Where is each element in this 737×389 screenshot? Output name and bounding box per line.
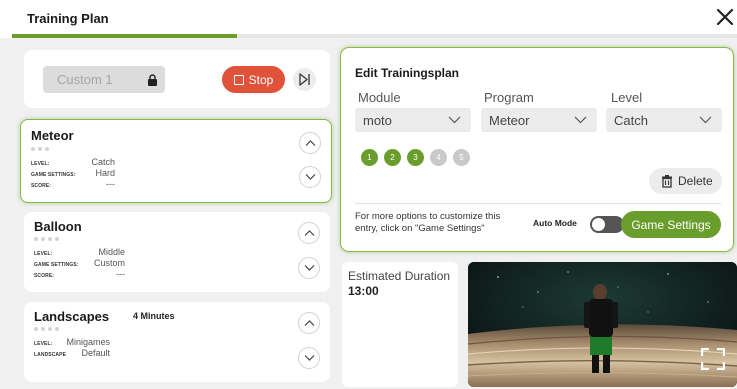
move-down-button[interactable] [298,347,320,369]
level-dot[interactable]: 5 [453,149,470,166]
top-bar: Training Plan [0,0,737,38]
move-down-button[interactable] [299,166,321,188]
card-row-label: LANDSCAPE [34,352,67,358]
plan-progress-fill [12,34,237,38]
card-row-value: Middle [98,247,125,257]
duration-label: Estimated Duration [348,269,451,283]
card-title: Meteor [31,128,74,143]
card-row-label: LEVEL: [31,161,50,167]
divider [355,203,721,204]
module-label: Module [358,90,401,105]
auto-mode-label: Auto Mode [533,218,577,228]
page-title: Training Plan [27,11,109,26]
card-duration: 4 Minutes [133,311,175,321]
card-row-label: SCORE: [31,183,52,189]
stop-label: Stop [248,72,274,87]
difficulty-level-selector: 1 2 3 4 5 [361,149,470,166]
level-select-value: Catch [614,113,648,128]
chevron-down-icon [448,116,461,124]
game-preview-scene [468,262,737,387]
move-up-button[interactable] [298,312,320,334]
fullscreen-icon[interactable] [700,347,726,375]
chevron-down-icon [699,116,712,124]
delete-label: Delete [678,174,713,188]
card-row-label: GAME SETTINGS: [31,172,76,178]
chevron-down-icon [304,265,315,271]
exercise-card-landscapes[interactable]: Landscapes 4 Minutes LEVEL: Minigames LA… [24,302,330,382]
level-dot[interactable]: 4 [430,149,447,166]
auto-mode-toggle[interactable] [590,216,624,233]
chevron-up-icon [304,230,315,236]
skip-next-icon [299,73,310,86]
card-dots [34,237,59,241]
module-select[interactable]: moto [355,108,471,132]
card-row-value: Hard [95,168,115,178]
stop-icon [233,74,244,85]
close-icon[interactable] [714,6,736,28]
chevron-down-icon [305,174,316,180]
level-dot[interactable]: 1 [361,149,378,166]
level-select[interactable]: Catch [606,108,722,132]
trash-icon [662,175,672,188]
card-row-label: GAME SETTINGS: [34,262,79,268]
plan-progress-bar [12,34,737,38]
level-dot[interactable]: 3 [407,149,424,166]
chevron-down-icon [304,355,315,361]
move-down-button[interactable] [298,257,320,279]
card-row-label: LEVEL: [34,341,53,347]
custom-name-value: Custom 1 [57,72,113,87]
chevron-up-icon [305,140,316,146]
more-options-hint: For more options to customize this entry… [355,211,501,234]
skip-next-button[interactable] [293,68,316,91]
toggle-knob [592,218,605,231]
move-up-button[interactable] [299,132,321,154]
stop-button[interactable]: Stop [222,66,285,93]
card-row-label: LEVEL: [34,251,53,257]
card-row-value: Default [81,348,110,358]
program-select-value: Meteor [489,113,530,128]
card-row-value: --- [116,269,125,279]
exercise-card-balloon[interactable]: Balloon LEVEL: Middle GAME SETTINGS: Cus… [24,212,330,292]
module-select-value: moto [363,113,392,128]
estimated-duration-panel: Estimated Duration 13:00 [342,262,458,387]
card-row-value: Minigames [66,337,110,347]
card-title: Landscapes [34,309,110,324]
level-dot[interactable]: 2 [384,149,401,166]
game-settings-button[interactable]: Game Settings [621,211,721,238]
delete-button[interactable]: Delete [649,168,722,194]
card-dots [31,147,49,151]
card-row-value: Catch [91,157,115,167]
custom-name-field[interactable]: Custom 1 [43,66,165,93]
card-title: Balloon [34,219,82,234]
edit-panel-title: Edit Trainingsplan [355,66,460,80]
duration-value: 13:00 [348,284,379,298]
exercise-card-meteor[interactable]: Meteor LEVEL: Catch GAME SETTINGS: Hard … [20,119,332,203]
game-preview[interactable] [468,262,737,387]
move-up-button[interactable] [298,222,320,244]
level-label: Level [611,90,643,105]
card-row-label: SCORE: [34,273,55,279]
lock-icon [147,73,158,86]
chevron-down-icon [574,116,587,124]
program-select[interactable]: Meteor [481,108,597,132]
edit-trainingsplan-panel: Edit Trainingsplan Module Program Level … [340,47,734,252]
card-dots [34,327,59,331]
card-row-value: --- [106,179,115,189]
card-row-value: Custom [93,258,125,268]
chevron-up-icon [304,320,315,326]
program-label: Program [484,90,534,105]
